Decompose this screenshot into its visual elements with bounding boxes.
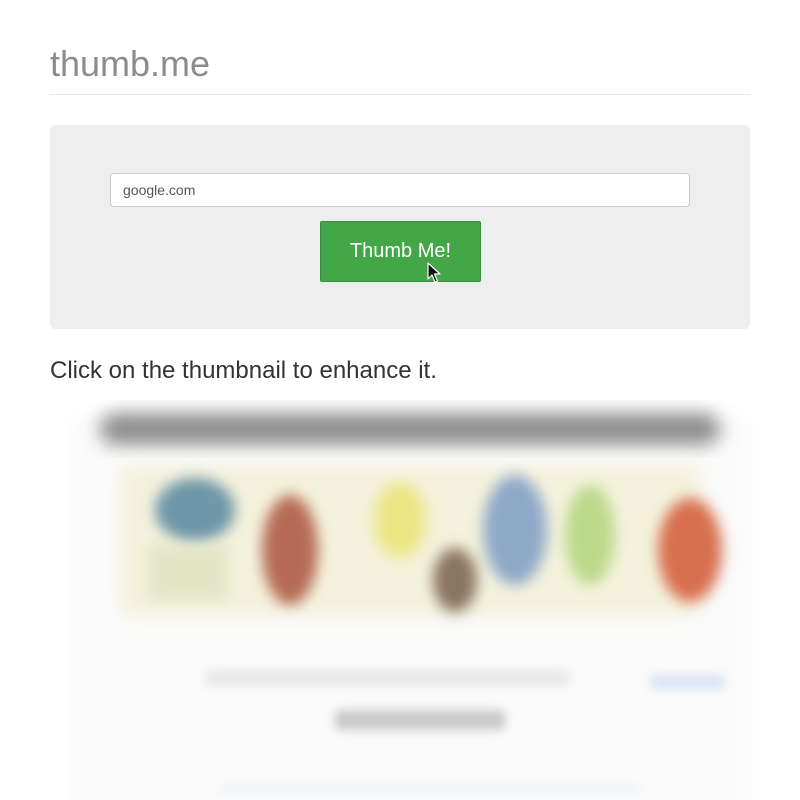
thumbnail-image	[70, 413, 750, 800]
mouse-cursor-icon	[427, 262, 441, 283]
page: thumb.me Thumb Me! Click on the thumbnai…	[50, 0, 750, 800]
url-input[interactable]	[110, 173, 690, 207]
thumb-me-button[interactable]: Thumb Me!	[320, 221, 481, 282]
header: thumb.me	[50, 0, 750, 95]
website-thumbnail[interactable]	[50, 405, 750, 800]
url-form-panel: Thumb Me!	[50, 125, 750, 329]
instruction-text: Click on the thumbnail to enhance it.	[50, 357, 437, 384]
brand-title[interactable]: thumb.me	[50, 44, 750, 84]
